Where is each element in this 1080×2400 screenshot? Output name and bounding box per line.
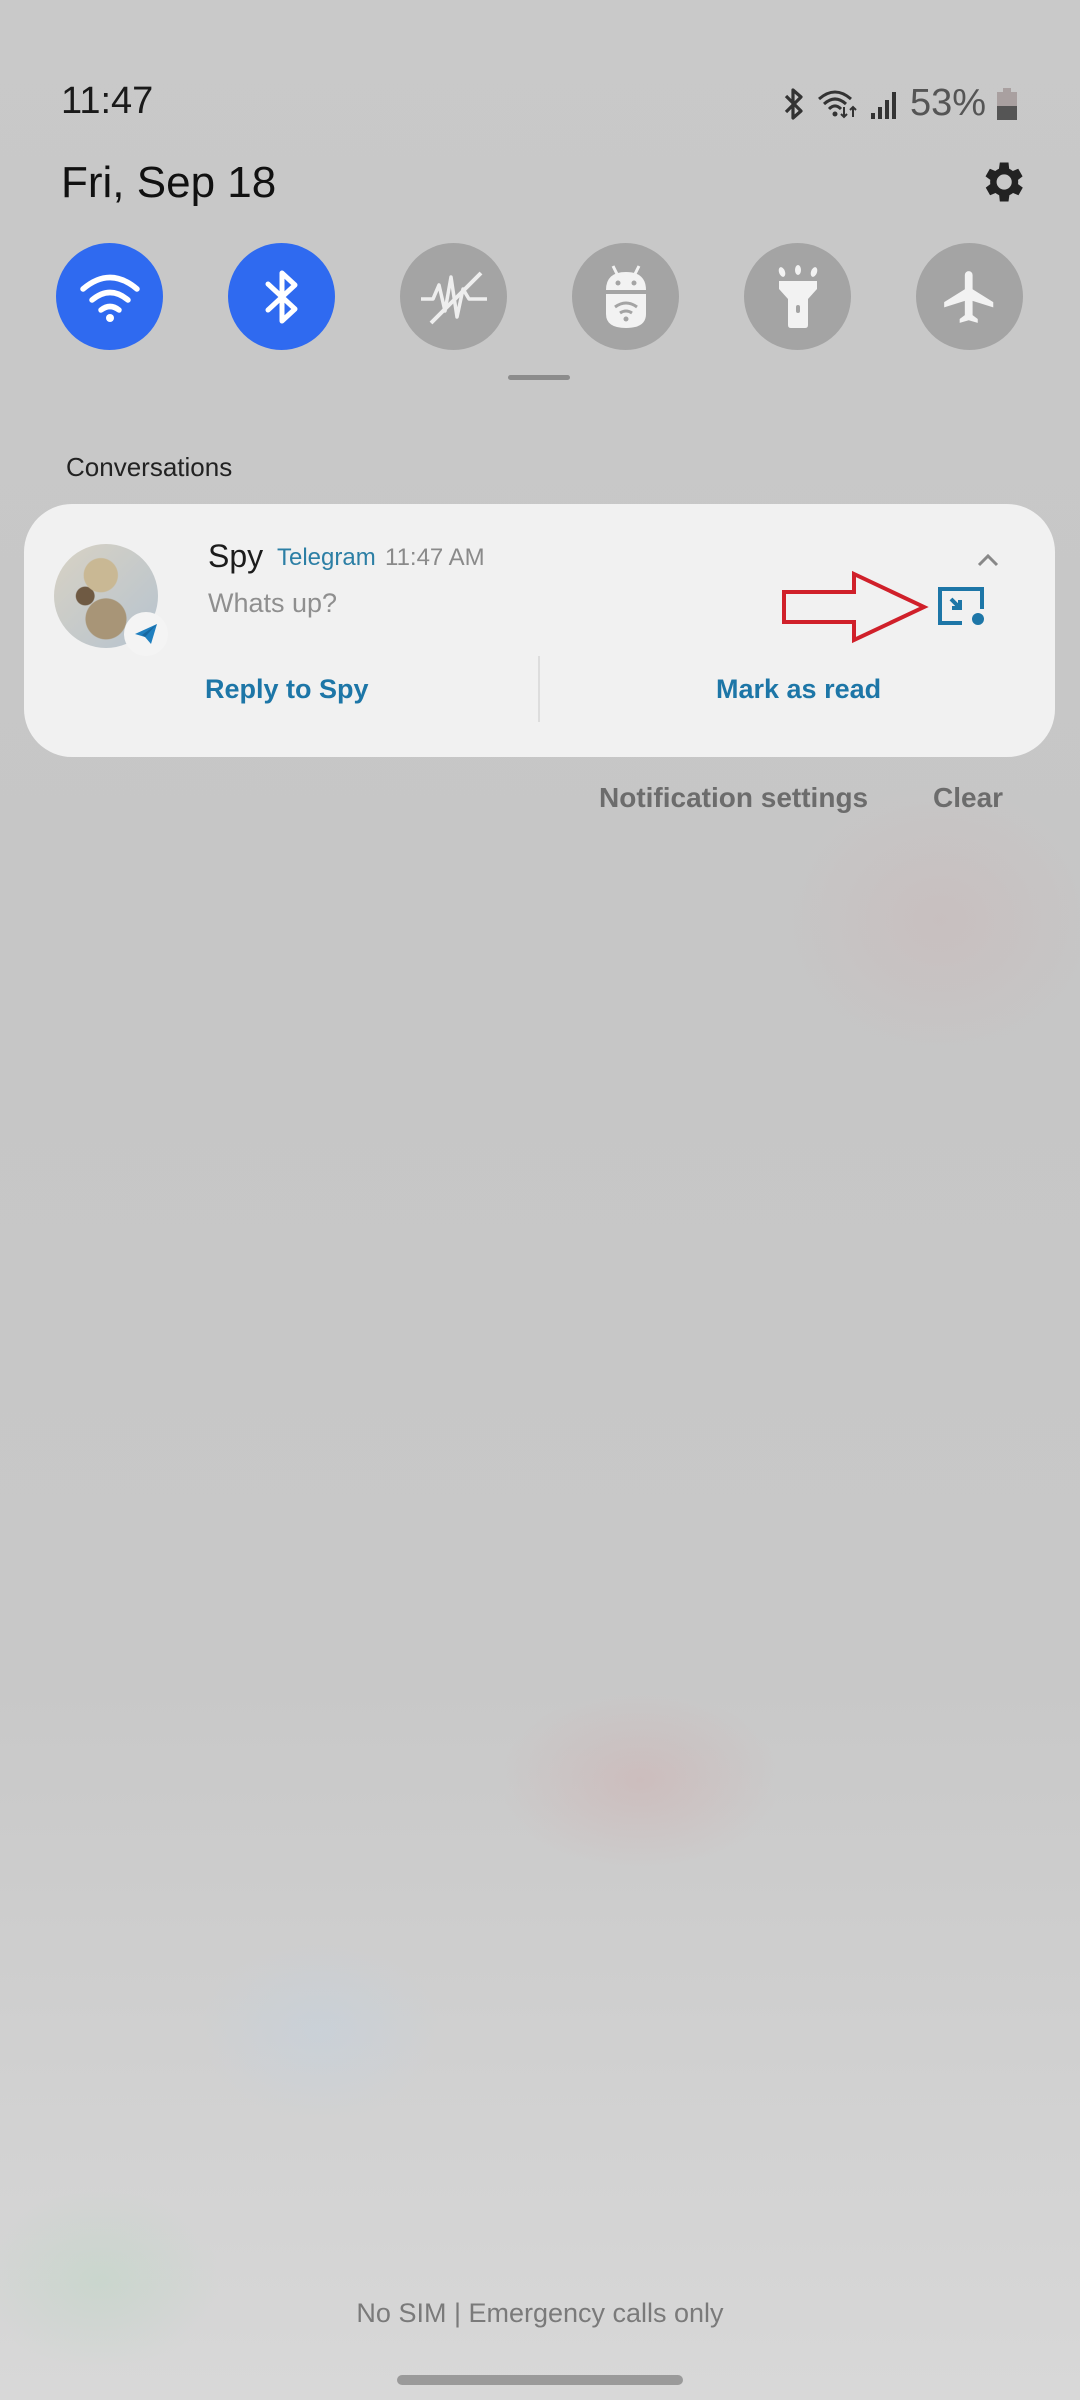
airplane-icon — [943, 270, 993, 323]
quick-setting-flashlight[interactable] — [744, 243, 851, 350]
bubble-icon — [938, 587, 984, 625]
open-as-bubble-button[interactable] — [938, 585, 988, 627]
quick-setting-wifi[interactable] — [56, 243, 163, 350]
action-divider — [538, 656, 540, 722]
bluetooth-icon — [784, 87, 803, 120]
status-icons: 53% — [782, 82, 1018, 125]
battery-icon — [997, 87, 1017, 120]
status-clock: 11:47 — [61, 80, 154, 122]
notification-app-name: Telegram — [277, 544, 376, 571]
chevron-up-icon — [977, 553, 999, 567]
quick-setting-android-hotspot[interactable] — [572, 243, 679, 350]
notification-sender: Spy — [208, 538, 264, 574]
reply-button[interactable]: Reply to Spy — [205, 674, 369, 705]
carrier-status: No SIM | Emergency calls only — [356, 2298, 724, 2328]
android-wifi-icon — [605, 264, 646, 328]
notification-time: 11:47 AM — [385, 544, 485, 571]
navigation-handle[interactable] — [397, 2375, 683, 2385]
battery-percent: 53% — [909, 82, 986, 124]
gear-icon — [985, 162, 1023, 202]
notification-settings-button[interactable]: Notification settings — [599, 782, 868, 814]
signal-icon — [870, 91, 896, 119]
panel-drag-handle[interactable] — [508, 375, 570, 380]
wifi-data-icon — [817, 90, 857, 118]
telegram-badge — [124, 612, 168, 656]
section-title-conversations: Conversations — [66, 452, 233, 482]
flashlight-icon — [778, 264, 817, 328]
mark-as-read-button[interactable]: Mark as read — [716, 674, 881, 705]
quick-setting-bluetooth[interactable] — [228, 243, 335, 350]
quick-setting-airplane[interactable] — [916, 243, 1023, 350]
bluetooth-icon — [265, 270, 297, 323]
date-label: Fri, Sep 18 — [61, 158, 277, 207]
notification-message: Whats up? — [208, 588, 338, 618]
wifi-icon — [79, 274, 140, 322]
annotation-arrow — [782, 570, 929, 644]
telegram-icon — [135, 624, 157, 644]
vibrate-off-icon — [420, 271, 487, 324]
settings-button[interactable] — [976, 156, 1028, 208]
collapse-button[interactable] — [976, 552, 1000, 568]
clear-button[interactable]: Clear — [933, 782, 1003, 814]
quick-setting-sound[interactable] — [400, 243, 507, 350]
